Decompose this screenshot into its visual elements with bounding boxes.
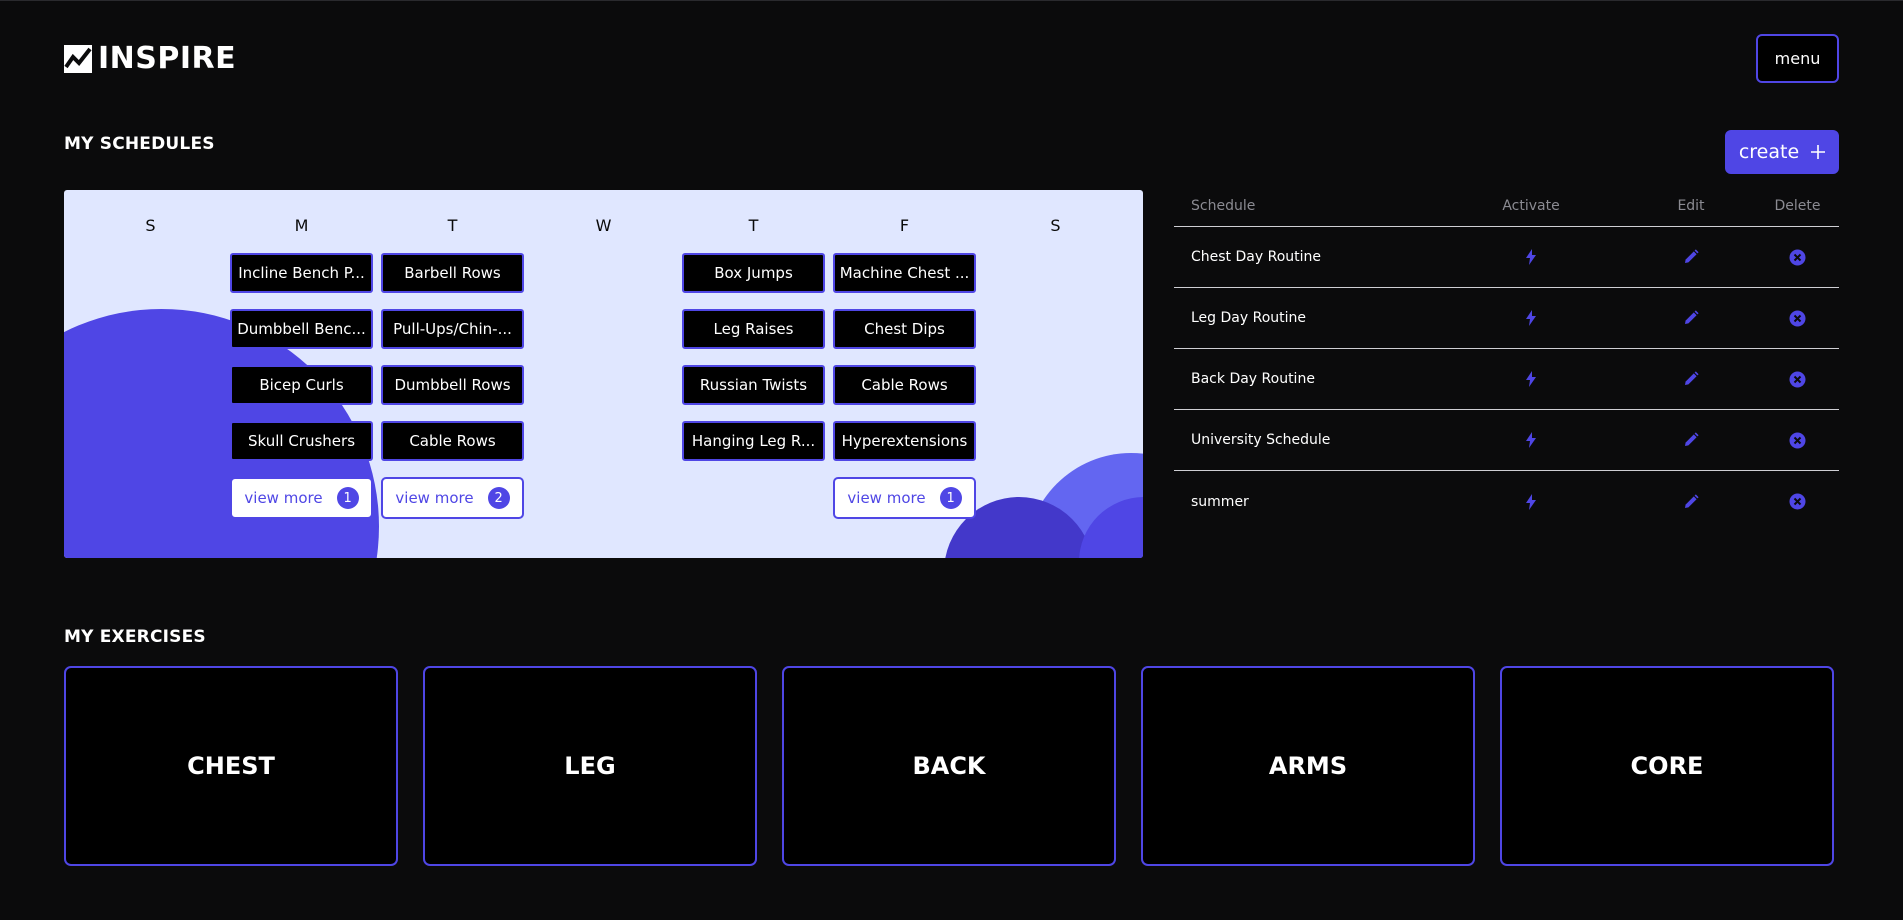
view-more-label: view more [847, 489, 926, 507]
edit-pencil-icon[interactable] [1683, 493, 1699, 510]
view-more-label: view more [395, 489, 474, 507]
calendar-exercise-item[interactable]: Cable Rows [381, 421, 524, 461]
schedules-section-title: MY SCHEDULES [64, 134, 215, 154]
exercises-section-title: MY EXERCISES [64, 627, 206, 647]
edit-pencil-icon[interactable] [1683, 432, 1699, 448]
exercise-category-card[interactable]: ARMS [1141, 666, 1475, 866]
exercise-category-card[interactable]: BACK [782, 666, 1116, 866]
delete-circle-x-icon[interactable] [1789, 249, 1806, 266]
view-more-button[interactable]: view more 1 [833, 477, 976, 519]
view-more-count-badge: 2 [487, 487, 510, 509]
exercise-category-label: CORE [1630, 752, 1704, 780]
exercise-category-card[interactable]: LEG [423, 666, 757, 866]
create-schedule-button[interactable]: create [1725, 130, 1839, 174]
calendar-exercise-item[interactable]: Machine Chest ... [833, 253, 976, 293]
exercise-category-label: BACK [912, 752, 986, 780]
menu-button[interactable]: menu [1756, 34, 1839, 83]
plus-icon [1811, 145, 1826, 159]
exercise-category-label: ARMS [1268, 752, 1348, 780]
activate-bolt-icon[interactable] [1525, 371, 1537, 387]
calendar-exercise-item[interactable]: Leg Raises [682, 309, 825, 349]
schedule-name: Chest Day Routine [1191, 249, 1321, 265]
exercise-category-label: CHEST [187, 752, 275, 780]
schedule-name: summer [1191, 493, 1249, 510]
exercise-category-card[interactable]: CHEST [64, 666, 398, 866]
edit-pencil-icon[interactable] [1683, 371, 1699, 387]
calendar-exercise-item[interactable]: Bicep Curls [230, 365, 373, 405]
schedule-name: Leg Day Routine [1191, 310, 1307, 326]
header-activate: Activate [1502, 198, 1560, 214]
calendar-exercise-item[interactable]: Hanging Leg R... [682, 421, 825, 461]
calendar-exercise-item[interactable]: Box Jumps [682, 253, 825, 293]
activate-bolt-icon[interactable] [1525, 310, 1537, 326]
delete-circle-x-icon[interactable] [1789, 310, 1806, 327]
calendar-exercise-item[interactable]: Chest Dips [833, 309, 976, 349]
day-letter: F [899, 216, 910, 235]
exercise-category-label: LEG [564, 752, 616, 780]
view-more-button[interactable]: view more 2 [381, 477, 524, 519]
schedule-table: Schedule Activate Edit Delete Chest Day … [1174, 186, 1839, 532]
day-letter: S [1050, 216, 1061, 235]
edit-pencil-icon[interactable] [1683, 249, 1699, 265]
logo-icon [64, 44, 92, 73]
exercise-categories: CHEST LEG BACK ARMS CORE [64, 666, 1835, 866]
delete-circle-x-icon[interactable] [1789, 371, 1806, 388]
activate-bolt-icon[interactable] [1525, 249, 1537, 265]
calendar-exercise-item[interactable]: Hyperextensions [833, 421, 976, 461]
schedule-row: Back Day Routine [1174, 349, 1839, 410]
app-logo[interactable]: INSPIRE [64, 41, 236, 76]
delete-circle-x-icon[interactable] [1789, 493, 1806, 510]
delete-circle-x-icon[interactable] [1789, 432, 1806, 449]
day-letter: W [595, 216, 612, 235]
calendar-exercise-item[interactable]: Dumbbell Benc... [230, 309, 373, 349]
activate-bolt-icon[interactable] [1525, 493, 1537, 510]
schedule-row: summer [1174, 471, 1839, 532]
exercise-category-card[interactable]: CORE [1500, 666, 1834, 866]
calendar-exercise-item[interactable]: Pull-Ups/Chin-... [381, 309, 524, 349]
schedule-table-header: Schedule Activate Edit Delete [1174, 186, 1839, 227]
day-letter: S [145, 216, 156, 235]
edit-pencil-icon[interactable] [1683, 310, 1699, 326]
schedule-row: University Schedule [1174, 410, 1839, 471]
schedule-name: University Schedule [1191, 432, 1331, 448]
activate-bolt-icon[interactable] [1525, 432, 1537, 448]
calendar-exercise-item[interactable]: Incline Bench P... [230, 253, 373, 293]
schedule-row: Chest Day Routine [1174, 227, 1839, 288]
view-more-button[interactable]: view more 1 [230, 477, 373, 519]
create-label: create [1738, 141, 1800, 163]
logo-text: INSPIRE [98, 41, 237, 76]
view-more-label: view more [244, 489, 323, 507]
calendar-exercise-item[interactable]: Cable Rows [833, 365, 976, 405]
schedule-name: Back Day Routine [1191, 371, 1315, 387]
weekly-calendar: S M Incline Bench P... Dumbbell Benc... Bice… [64, 190, 1143, 558]
calendar-exercise-item[interactable]: Dumbbell Rows [381, 365, 524, 405]
header-schedule: Schedule [1191, 198, 1256, 214]
day-letter: M [294, 216, 309, 235]
header-delete: Delete [1774, 198, 1821, 214]
view-more-count-badge: 1 [939, 487, 962, 509]
day-letter: T [447, 216, 458, 235]
calendar-exercise-item[interactable]: Barbell Rows [381, 253, 524, 293]
view-more-count-badge: 1 [336, 487, 359, 509]
day-letter: T [748, 216, 759, 235]
calendar-exercise-item[interactable]: Russian Twists [682, 365, 825, 405]
calendar-exercise-item[interactable]: Skull Crushers [230, 421, 373, 461]
schedule-row: Leg Day Routine [1174, 288, 1839, 349]
header-edit: Edit [1677, 198, 1705, 214]
